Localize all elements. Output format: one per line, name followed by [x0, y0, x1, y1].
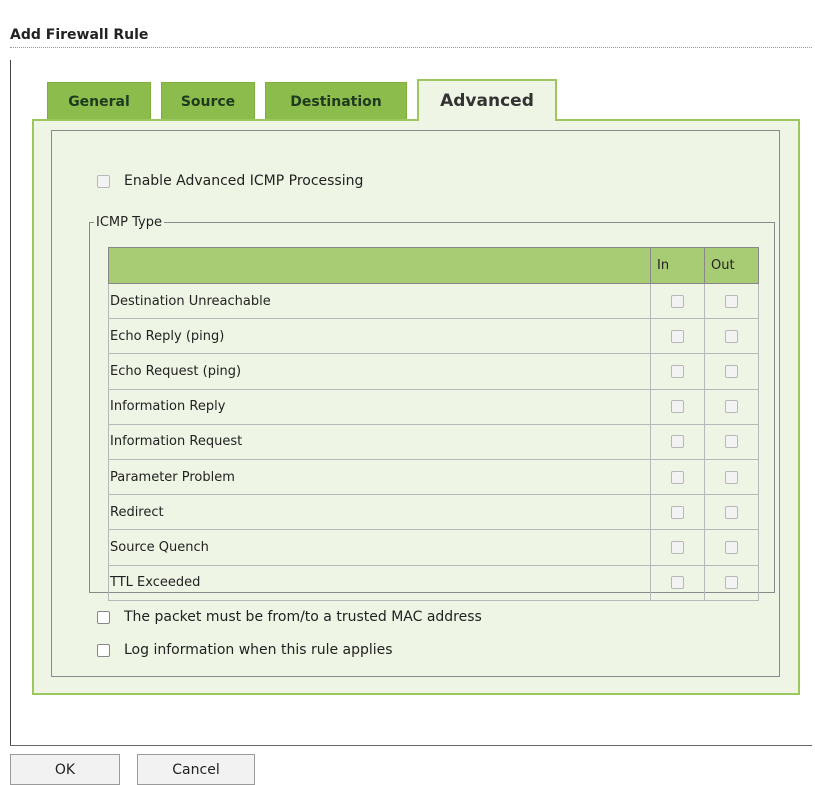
- icmp-type-legend: ICMP Type: [96, 215, 162, 230]
- table-row: Redirect: [108, 494, 759, 531]
- in-checkbox[interactable]: [671, 505, 684, 519]
- out-checkbox[interactable]: [725, 294, 738, 308]
- enable-icmp-label: Enable Advanced ICMP Processing: [124, 173, 364, 189]
- icmp-type-label: Information Request: [108, 423, 651, 460]
- table-row: TTL Exceeded: [108, 564, 759, 601]
- tab-destination[interactable]: Destination: [265, 82, 407, 120]
- in-checkbox[interactable]: [671, 470, 684, 484]
- out-cell: [704, 282, 759, 320]
- icmp-type-label: Information Reply: [108, 388, 651, 425]
- tab-general[interactable]: General: [47, 82, 151, 120]
- table-row: Parameter Problem: [108, 458, 759, 496]
- table-row: Information Request: [108, 423, 759, 460]
- out-cell: [704, 388, 759, 425]
- out-checkbox[interactable]: [725, 364, 738, 378]
- out-cell: [704, 529, 759, 566]
- out-checkbox[interactable]: [725, 329, 738, 343]
- in-cell: [650, 458, 705, 496]
- in-checkbox[interactable]: [671, 400, 684, 414]
- icmp-type-label: Echo Request (ping): [108, 353, 651, 390]
- in-checkbox[interactable]: [671, 294, 684, 308]
- table-row: Information Reply: [108, 388, 759, 425]
- tab-advanced[interactable]: Advanced: [417, 79, 557, 121]
- icmp-type-group: ICMP Type In Out Destination Unreachable: [89, 215, 775, 601]
- table-row: Echo Request (ping): [108, 353, 759, 390]
- in-checkbox[interactable]: [671, 435, 684, 449]
- table-row: Source Quench: [108, 529, 759, 566]
- in-cell: [650, 494, 705, 531]
- trusted-mac-checkbox[interactable]: [97, 610, 110, 624]
- icmp-type-label: Parameter Problem: [108, 458, 651, 496]
- icmp-type-label: Echo Reply (ping): [108, 318, 651, 355]
- advanced-content-box: Enable Advanced ICMP Processing ICMP Typ…: [51, 130, 780, 677]
- in-cell: [650, 353, 705, 390]
- footer-divider: [10, 745, 812, 746]
- in-cell: [650, 529, 705, 566]
- table-header-row: In Out: [108, 247, 759, 284]
- column-header-in: In: [650, 247, 705, 284]
- out-cell: [704, 318, 759, 355]
- dialog-title: Add Firewall Rule: [10, 27, 149, 43]
- advanced-panel: Enable Advanced ICMP Processing ICMP Typ…: [32, 119, 800, 695]
- column-header-type: [108, 247, 651, 284]
- in-checkbox[interactable]: [671, 364, 684, 378]
- trusted-mac-label: The packet must be from/to a trusted MAC…: [124, 609, 482, 625]
- log-option: Log information when this rule applies: [97, 642, 393, 658]
- enable-icmp-checkbox[interactable]: [97, 174, 110, 188]
- out-checkbox[interactable]: [725, 400, 738, 414]
- in-cell: [650, 282, 705, 320]
- out-checkbox[interactable]: [725, 435, 738, 449]
- icmp-type-label: Source Quench: [108, 529, 651, 566]
- out-cell: [704, 458, 759, 496]
- icmp-type-label: Destination Unreachable: [108, 282, 651, 320]
- out-checkbox[interactable]: [725, 540, 738, 554]
- icmp-type-table: In Out Destination Unreachable Echo Repl…: [108, 247, 759, 601]
- tab-source[interactable]: Source: [161, 82, 255, 120]
- ok-button[interactable]: OK: [10, 754, 120, 785]
- in-checkbox[interactable]: [671, 576, 684, 590]
- in-cell: [650, 318, 705, 355]
- out-cell: [704, 423, 759, 460]
- in-cell: [650, 564, 705, 601]
- log-checkbox[interactable]: [97, 643, 110, 657]
- out-checkbox[interactable]: [725, 470, 738, 484]
- in-checkbox[interactable]: [671, 329, 684, 343]
- in-cell: [650, 388, 705, 425]
- title-divider: [10, 47, 812, 48]
- icmp-type-label: TTL Exceeded: [108, 564, 651, 601]
- out-cell: [704, 353, 759, 390]
- out-cell: [704, 564, 759, 601]
- table-row: Echo Reply (ping): [108, 318, 759, 355]
- add-firewall-rule-dialog: Add Firewall Rule General Source Destina…: [0, 0, 815, 785]
- in-checkbox[interactable]: [671, 540, 684, 554]
- frame-border-left: [10, 60, 11, 746]
- table-row: Destination Unreachable: [108, 282, 759, 320]
- icmp-type-label: Redirect: [108, 494, 651, 531]
- column-header-out: Out: [704, 247, 759, 284]
- trusted-mac-option: The packet must be from/to a trusted MAC…: [97, 609, 482, 625]
- log-label: Log information when this rule applies: [124, 642, 393, 658]
- enable-icmp-option: Enable Advanced ICMP Processing: [97, 173, 363, 189]
- cancel-button[interactable]: Cancel: [137, 754, 255, 785]
- out-checkbox[interactable]: [725, 576, 738, 590]
- in-cell: [650, 423, 705, 460]
- out-cell: [704, 494, 759, 531]
- out-checkbox[interactable]: [725, 505, 738, 519]
